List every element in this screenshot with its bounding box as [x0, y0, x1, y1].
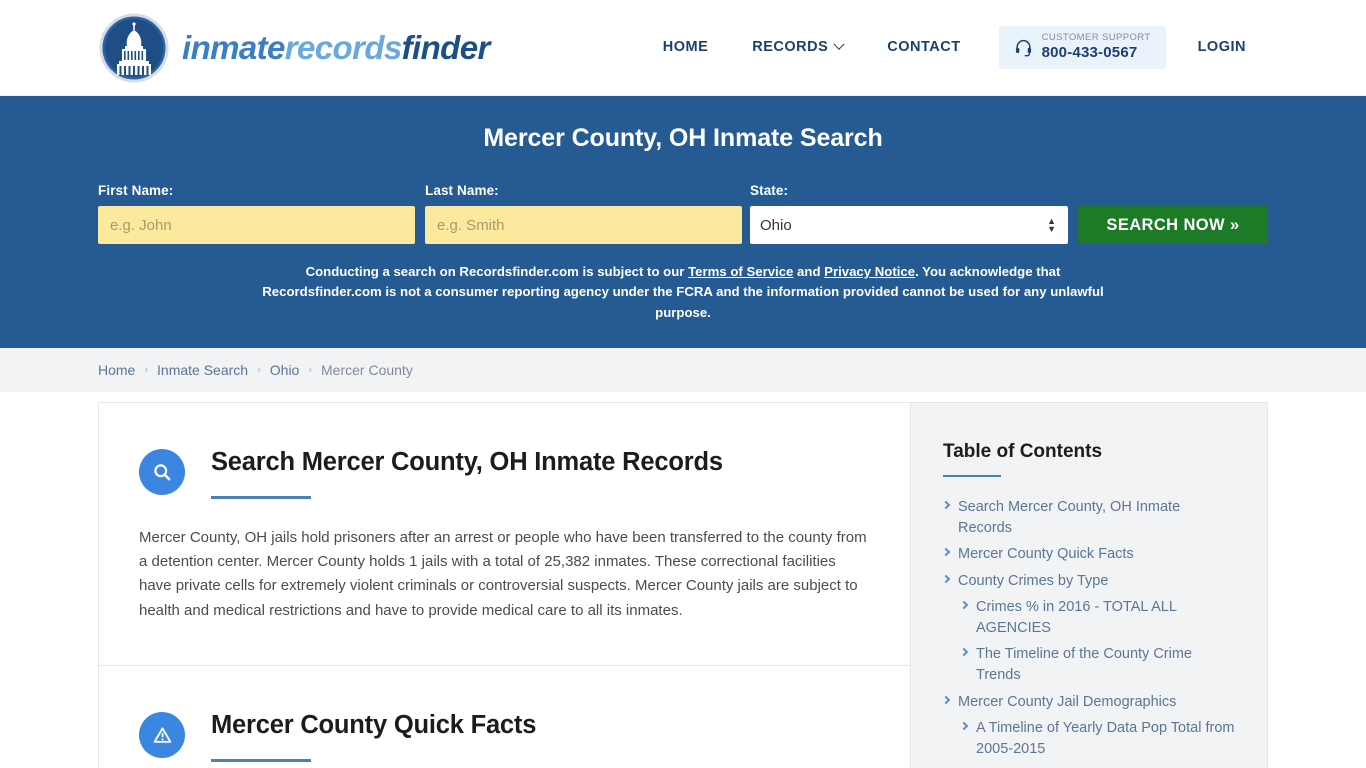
toc-item-crimes-percent-2016[interactable]: Crimes % in 2016 - TOTAL ALL AGENCIES — [943, 597, 1235, 638]
main-navigation: HOME RECORDS CONTACT CUSTOMER SUPPORT 80… — [641, 26, 1268, 69]
chevron-right-icon — [959, 721, 969, 731]
page-title: Mercer County, OH Inmate Search — [483, 124, 883, 152]
toc-link[interactable]: County Crimes by Type — [958, 571, 1108, 592]
chevron-right-icon — [941, 500, 951, 510]
nav-item-login-label: LOGIN — [1197, 39, 1246, 56]
disclaimer-part-2: and — [793, 264, 825, 279]
last-name-label: Last Name: — [425, 183, 499, 198]
toc-link[interactable]: Mercer County Jail Demographics — [958, 692, 1176, 713]
breadcrumb: Home › Inmate Search › Ohio › Mercer Cou… — [98, 362, 413, 378]
support-label: CUSTOMER SUPPORT — [1041, 32, 1151, 44]
toc-item-crime-trends-timeline[interactable]: The Timeline of the County Crime Trends — [943, 644, 1235, 685]
section-heading-block: Search Mercer County, OH Inmate Records — [211, 447, 723, 499]
toc-item-jail-demographics[interactable]: Mercer County Jail Demographics — [941, 692, 1235, 713]
privacy-notice-link[interactable]: Privacy Notice — [824, 264, 915, 279]
toc-item-county-crimes-by-type[interactable]: County Crimes by Type — [941, 571, 1235, 592]
page-body: Search Mercer County, OH Inmate Records … — [0, 392, 1366, 768]
state-select[interactable]: Ohio — [750, 206, 1068, 244]
nav-item-home[interactable]: HOME — [641, 29, 731, 65]
toc-accent-rule — [943, 475, 1001, 477]
last-name-field-group: Last Name: — [425, 183, 742, 244]
nav-item-home-label: HOME — [662, 39, 709, 56]
section-heading-block: Mercer County Quick Facts — [211, 710, 536, 762]
breadcrumb-item-inmate-search[interactable]: Inmate Search — [157, 362, 248, 378]
customer-support-box[interactable]: CUSTOMER SUPPORT 800-433-0567 — [998, 26, 1166, 69]
breadcrumb-item-current: Mercer County — [321, 362, 413, 378]
last-name-input[interactable] — [425, 206, 742, 244]
main-content-column: Search Mercer County, OH Inmate Records … — [98, 402, 910, 768]
toc-title: Table of Contents — [943, 441, 1103, 462]
section-paragraph: Mercer County, OH jails hold prisoners a… — [139, 528, 867, 619]
brand-word-finder: finder — [401, 29, 491, 66]
nav-item-records[interactable]: RECORDS — [730, 29, 865, 65]
brand-logo[interactable]: inmaterecordsfinder — [98, 12, 490, 84]
section-quick-facts: Mercer County Quick Facts — [99, 665, 910, 768]
section-header: Mercer County Quick Facts — [139, 710, 870, 762]
support-phone: 800-433-0567 — [1041, 44, 1138, 62]
state-field-group: State: Ohio ▲ ▼ — [750, 183, 1068, 244]
toc-item-search-records[interactable]: Search Mercer County, OH Inmate Records — [941, 497, 1235, 538]
breadcrumb-item-home[interactable]: Home — [98, 362, 135, 378]
toc-link[interactable]: A Timeline of Yearly Data Pop Total from… — [976, 718, 1235, 759]
inmate-search-form: First Name: Last Name: State: Ohio ▲▼ SE… — [98, 183, 1268, 244]
warning-triangle-icon — [139, 712, 185, 759]
first-name-input[interactable] — [98, 206, 415, 244]
state-label: State: — [750, 183, 789, 198]
terms-of-service-link[interactable]: Terms of Service — [688, 264, 793, 279]
first-name-field-group: First Name: — [98, 183, 415, 244]
section-title: Search Mercer County, OH Inmate Records — [211, 448, 723, 476]
search-disclaimer: Conducting a search on Recordsfinder.com… — [262, 262, 1104, 323]
disclaimer-part-1: Conducting a search on Recordsfinder.com… — [305, 264, 689, 279]
brand-word-inmate: inmate — [182, 29, 285, 66]
breadcrumb-item-ohio[interactable]: Ohio — [270, 362, 300, 378]
toc-list: Search Mercer County, OH Inmate Records … — [941, 497, 1235, 759]
support-text: CUSTOMER SUPPORT 800-433-0567 — [1041, 32, 1151, 62]
chevron-right-icon — [941, 695, 951, 704]
first-name-label: First Name: — [98, 183, 174, 198]
section-accent-rule — [211, 758, 311, 762]
toc-link[interactable]: Search Mercer County, OH Inmate Records — [958, 497, 1235, 538]
chevron-right-icon — [959, 601, 969, 610]
nav-item-records-label: RECORDS — [752, 39, 829, 56]
nav-item-contact[interactable]: CONTACT — [865, 29, 982, 65]
site-header: inmaterecordsfinder HOME RECORDS CONTACT… — [0, 0, 1366, 96]
toc-link[interactable]: Mercer County Quick Facts — [958, 544, 1134, 565]
chevron-right-icon — [959, 648, 969, 657]
table-of-contents-sidebar: Table of Contents Search Mercer County, … — [910, 402, 1268, 768]
toc-link[interactable]: Crimes % in 2016 - TOTAL ALL AGENCIES — [976, 597, 1235, 638]
section-title: Mercer County Quick Facts — [211, 711, 537, 740]
breadcrumb-separator-icon: › — [308, 364, 313, 376]
hero-search-panel: Mercer County, OH Inmate Search First Na… — [0, 96, 1366, 348]
chevron-right-icon — [941, 547, 951, 557]
nav-item-contact-label: CONTACT — [887, 39, 961, 56]
chevron-down-icon — [833, 38, 845, 51]
brand-word-records: records — [284, 29, 402, 66]
capitol-dome-seal-icon — [98, 12, 170, 84]
breadcrumb-band: Home › Inmate Search › Ohio › Mercer Cou… — [0, 348, 1366, 392]
state-select-wrap: Ohio ▲ ▼ — [750, 206, 1068, 244]
toc-link[interactable]: The Timeline of the County Crime Trends — [976, 644, 1235, 685]
magnifier-icon — [139, 449, 185, 495]
breadcrumb-separator-icon: › — [257, 364, 261, 376]
toc-item-yearly-pop-total[interactable]: A Timeline of Yearly Data Pop Total from… — [943, 718, 1235, 759]
brand-wordmark: inmaterecordsfinder — [182, 31, 490, 64]
headset-icon — [1014, 38, 1033, 57]
chevron-right-icon — [941, 574, 951, 583]
search-now-button[interactable]: SEARCH NOW » — [1078, 206, 1268, 244]
section-header: Search Mercer County, OH Inmate Records — [139, 447, 870, 499]
breadcrumb-separator-icon: › — [144, 364, 149, 376]
section-accent-rule — [211, 495, 311, 499]
section-search-records: Search Mercer County, OH Inmate Records … — [99, 403, 910, 665]
toc-item-quick-facts[interactable]: Mercer County Quick Facts — [941, 544, 1235, 565]
nav-item-login[interactable]: LOGIN — [1176, 29, 1268, 65]
